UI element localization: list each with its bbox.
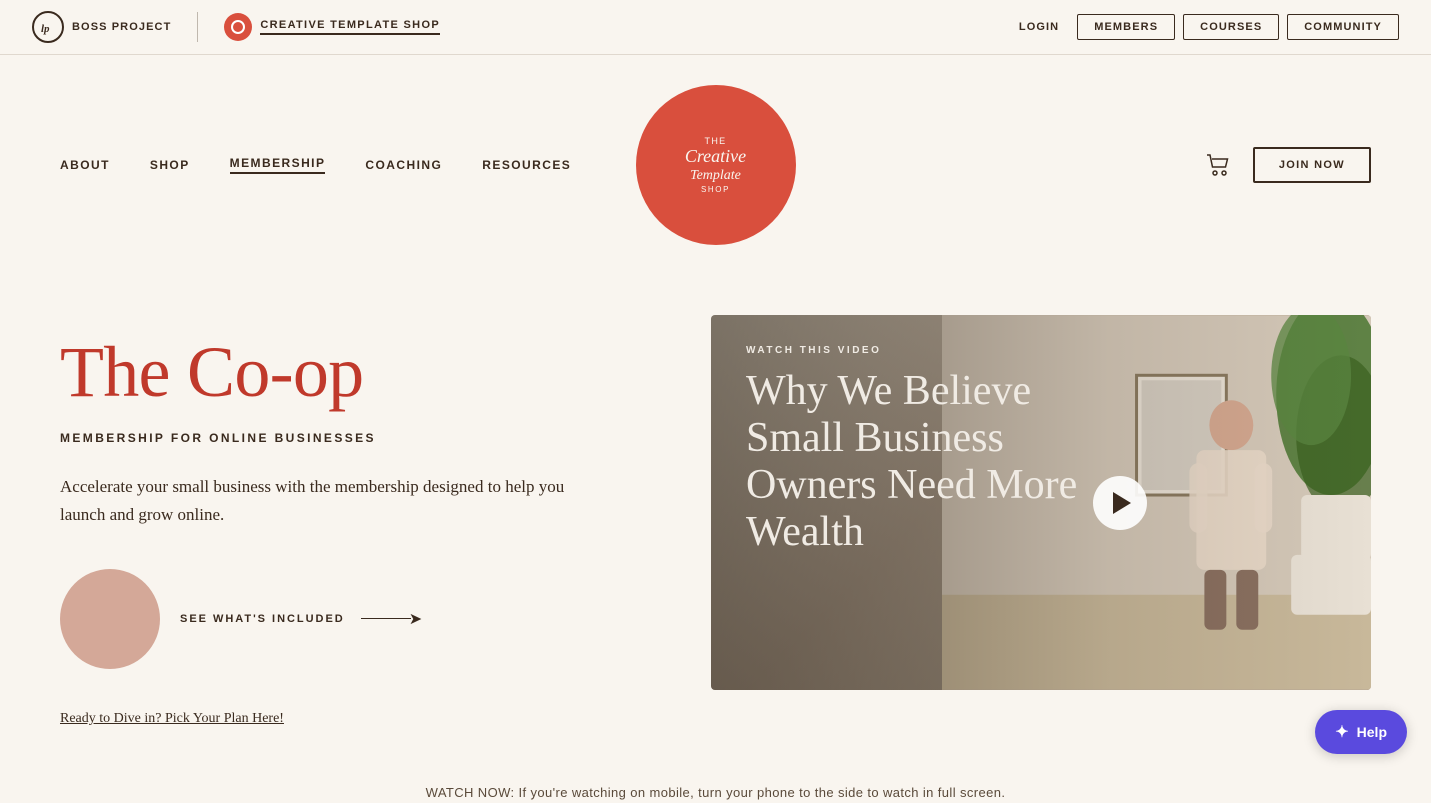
- nav-about[interactable]: ABOUT: [60, 158, 110, 172]
- hero-left: The Co-op MEMBERSHIP FOR ONLINE BUSINESS…: [60, 315, 651, 727]
- arrow-shaft: [361, 618, 411, 620]
- svg-text:lp: lp: [41, 23, 50, 35]
- main-nav-right: JOIN NOW: [1205, 147, 1371, 183]
- main-nav-left: ABOUT SHOP MEMBERSHIP COACHING RESOURCES: [60, 156, 571, 174]
- video-title: Why We Believe Small Business Owners Nee…: [746, 368, 1126, 556]
- logo-creative: Creative: [685, 146, 746, 168]
- see-included-label: SEE WHAT'S INCLUDED: [180, 613, 345, 625]
- brand-logo: THE Creative Template Shop: [636, 85, 796, 245]
- cart-icon[interactable]: [1205, 153, 1233, 177]
- play-button[interactable]: [1093, 476, 1147, 530]
- top-bar-divider: [197, 12, 198, 42]
- help-label: Help: [1357, 724, 1387, 740]
- video-container[interactable]: WATCH THIS VIDEO Why We Believe Small Bu…: [711, 315, 1371, 690]
- nav-membership[interactable]: MEMBERSHIP: [230, 156, 326, 174]
- boss-project-label: BOSS PROJECT: [72, 21, 171, 33]
- topnav-courses[interactable]: COURSES: [1183, 14, 1279, 40]
- cts-logo-icon: [224, 13, 252, 41]
- creative-template-label: CREATIVE TEMPLATE SHOP: [260, 19, 440, 35]
- video-text-content: WATCH THIS VIDEO Why We Believe Small Bu…: [711, 315, 1161, 586]
- help-icon: ✦: [1335, 722, 1348, 742]
- topnav-community[interactable]: COMMUNITY: [1287, 14, 1399, 40]
- hero-section: The Co-op MEMBERSHIP FOR ONLINE BUSINESS…: [0, 275, 1431, 767]
- nav-shop[interactable]: SHOP: [150, 158, 190, 172]
- watch-label: WATCH THIS VIDEO: [746, 345, 1126, 356]
- cts-icon-inner: [231, 20, 245, 34]
- logo-template: Template: [690, 168, 741, 183]
- join-now-button[interactable]: JOIN NOW: [1253, 147, 1371, 183]
- see-included-circle: [60, 569, 160, 669]
- hero-description: Accelerate your small business with the …: [60, 473, 580, 529]
- logo-center[interactable]: THE Creative Template Shop: [636, 85, 796, 245]
- boss-project-logo[interactable]: lp BOSS PROJECT: [32, 11, 171, 43]
- nav-resources[interactable]: RESOURCES: [482, 158, 571, 172]
- hero-title: The Co-op: [60, 335, 651, 411]
- logo-the: THE: [704, 136, 726, 146]
- topnav-members[interactable]: MEMBERS: [1077, 14, 1175, 40]
- nav-coaching[interactable]: COACHING: [365, 158, 442, 172]
- hero-right: WATCH THIS VIDEO Why We Believe Small Bu…: [711, 315, 1371, 690]
- see-included-arrow: SEE WHAT'S INCLUDED ➤: [180, 609, 422, 629]
- bp-icon: lp: [32, 11, 64, 43]
- logo-shop: Shop: [701, 185, 730, 194]
- top-bar-right: LOGIN MEMBERS COURSES COMMUNITY: [1009, 14, 1399, 40]
- see-included-area[interactable]: SEE WHAT'S INCLUDED ➤: [60, 569, 651, 669]
- topnav-login[interactable]: LOGIN: [1009, 15, 1069, 39]
- play-triangle-icon: [1113, 492, 1131, 514]
- creative-template-shop-link[interactable]: CREATIVE TEMPLATE SHOP: [224, 13, 440, 41]
- watch-now-text: WATCH NOW: If you're watching on mobile,…: [0, 767, 1431, 803]
- help-button[interactable]: ✦ Help: [1315, 710, 1407, 754]
- hero-subtitle: MEMBERSHIP FOR ONLINE BUSINESSES: [60, 431, 651, 445]
- pick-plan-link[interactable]: Ready to Dive in? Pick Your Plan Here!: [60, 711, 284, 726]
- main-nav: ABOUT SHOP MEMBERSHIP COACHING RESOURCES…: [0, 55, 1431, 275]
- top-bar: lp BOSS PROJECT CREATIVE TEMPLATE SHOP L…: [0, 0, 1431, 55]
- arrow-head-icon: ➤: [409, 609, 422, 629]
- top-bar-left: lp BOSS PROJECT CREATIVE TEMPLATE SHOP: [32, 11, 440, 43]
